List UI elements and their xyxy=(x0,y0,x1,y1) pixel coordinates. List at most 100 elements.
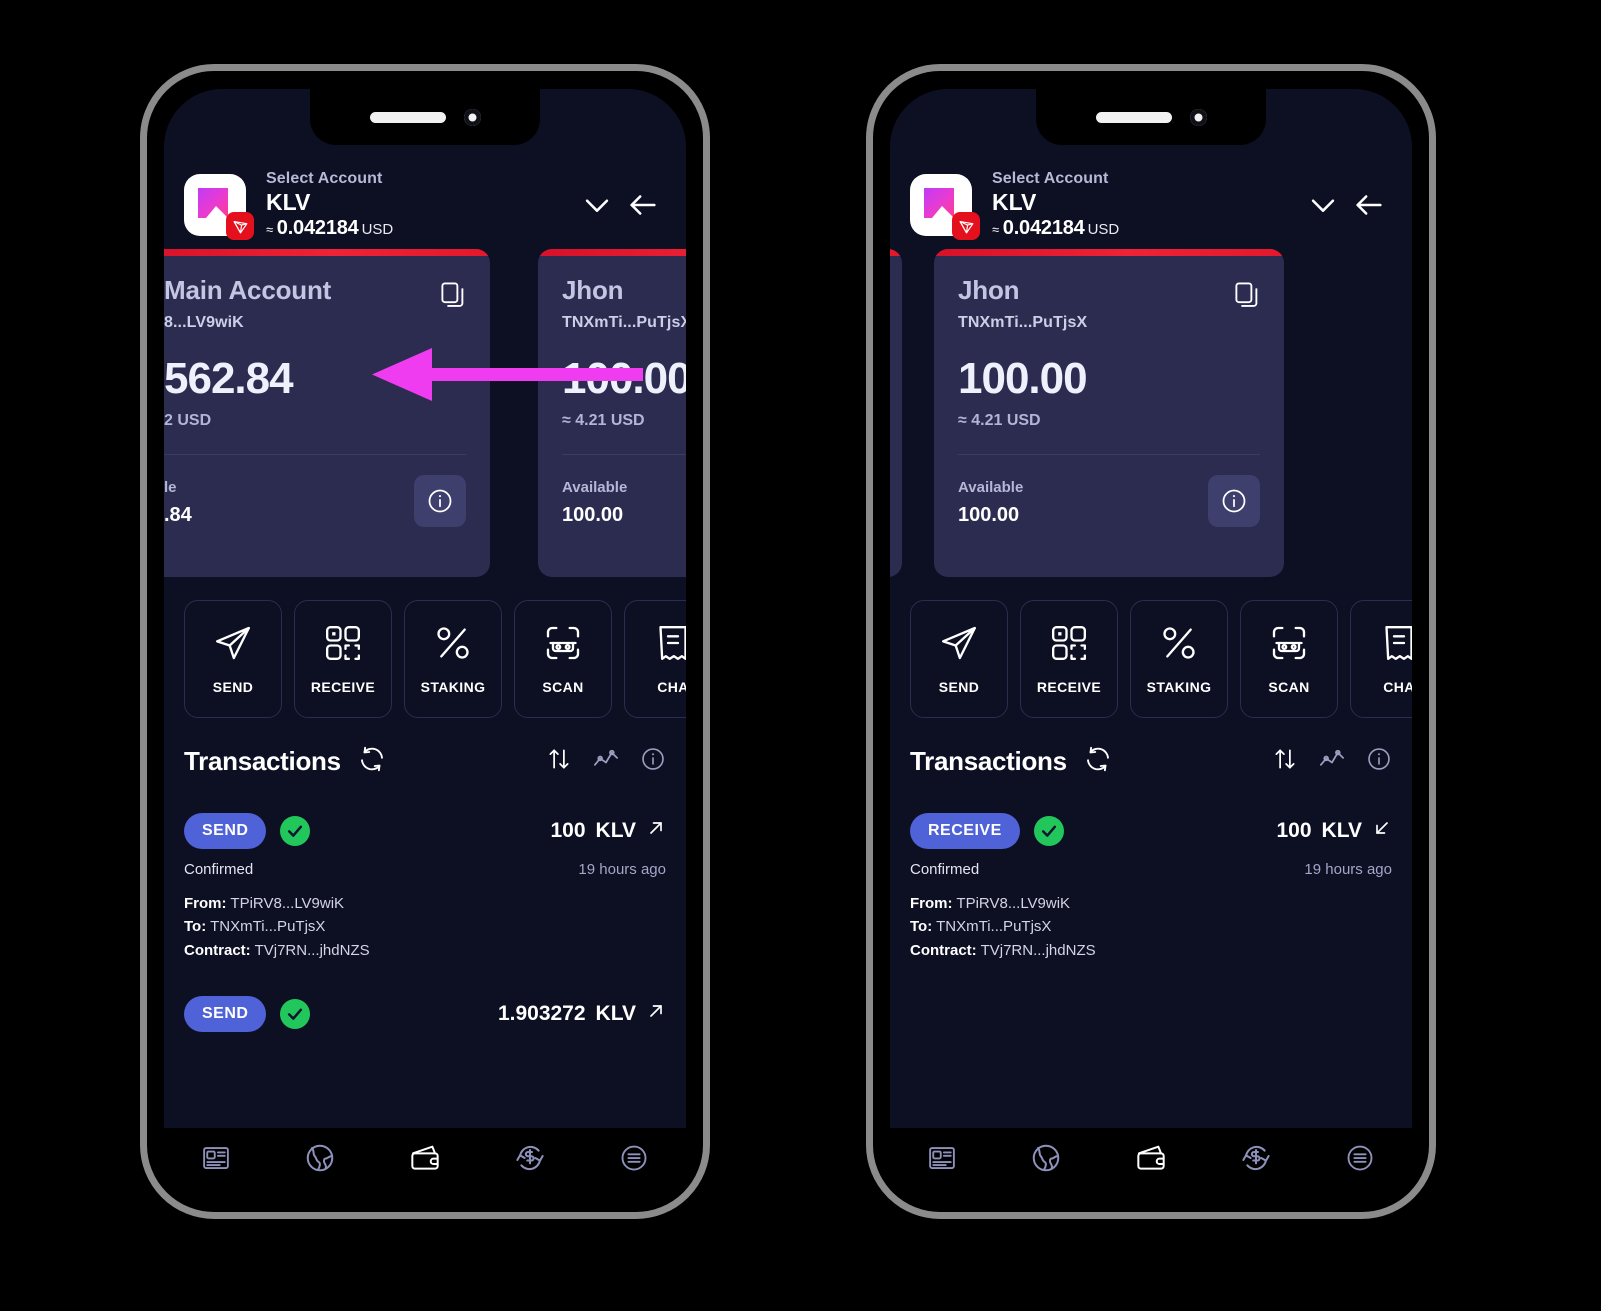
front-camera-icon xyxy=(1189,108,1207,126)
transactions-header: Transactions xyxy=(164,718,686,779)
transaction-meta: From: TPiRV8...LV9wiK To: TNXmTi...PuTjs… xyxy=(184,892,666,962)
tron-badge-icon xyxy=(226,212,254,240)
info-circle-icon[interactable] xyxy=(1366,746,1392,777)
available-row: Available 100.00 xyxy=(958,475,1260,527)
available-value: 100.00 xyxy=(958,504,1020,526)
action-send[interactable]: SEND xyxy=(910,600,1008,718)
nav-swap-icon[interactable] xyxy=(1240,1142,1272,1179)
klv-logo-icon xyxy=(184,174,254,240)
transaction-meta: From: TPiRV8...LV9wiK To: TNXmTi...PuTjs… xyxy=(910,892,1392,962)
action-scan[interactable]: SCAN xyxy=(1240,600,1338,718)
nav-news-icon[interactable] xyxy=(927,1143,957,1178)
card-divider xyxy=(562,454,686,455)
action-label: RECEIVE xyxy=(1036,679,1102,695)
action-label: SEND xyxy=(938,679,980,695)
chevron-down-icon[interactable] xyxy=(1300,182,1346,228)
phone-right-screen: Select Account KLV ≈ 0.042184 USD Jhon T… xyxy=(890,89,1412,1192)
nav-menu-icon[interactable] xyxy=(619,1143,649,1178)
phone-left-screen: Select Account KLV ≈ 0.042184 USD Main A… xyxy=(164,89,686,1192)
account-balance: 562.84 xyxy=(164,354,294,403)
action-charge[interactable]: CHA xyxy=(624,600,686,718)
approx-sign: ≈ xyxy=(992,222,1000,238)
transaction-amount: 100 xyxy=(550,819,586,842)
copy-icon[interactable] xyxy=(1232,279,1262,314)
to-value: TNXmTi...PuTjsX xyxy=(936,918,1052,936)
action-staking[interactable]: STAKING xyxy=(404,600,502,718)
available-label: le xyxy=(164,479,177,496)
transactions-header: Transactions xyxy=(890,718,1412,779)
select-account-label[interactable]: Select Account xyxy=(266,170,574,188)
chevron-down-icon[interactable] xyxy=(574,182,620,228)
transaction-asset: KLV xyxy=(595,819,636,842)
nav-news-icon[interactable] xyxy=(201,1143,231,1178)
sort-arrows-icon[interactable] xyxy=(1272,746,1298,777)
transaction-type-badge: SEND xyxy=(184,813,267,849)
account-card-main-peek[interactable]: Main Account xyxy=(890,249,902,577)
from-value: TPiRV8...LV9wiK xyxy=(230,895,345,912)
contract-label: Contract: xyxy=(184,941,251,959)
account-card-main[interactable]: Main Account 8...LV9wiK 562.84 2 USD le … xyxy=(164,249,490,577)
bottom-nav-left xyxy=(164,1128,686,1192)
transaction-tools xyxy=(1272,745,1392,778)
action-receive[interactable]: RECEIVE xyxy=(294,600,392,718)
refresh-icon[interactable] xyxy=(1083,744,1113,779)
sort-arrows-icon[interactable] xyxy=(546,746,572,777)
back-arrow-icon[interactable] xyxy=(620,182,666,228)
accounts-carousel[interactable]: Main Account Jhon TNXmTi...PuTjsX 100.00… xyxy=(890,249,1412,584)
available-row: le .84 xyxy=(164,475,466,527)
action-label: SCAN xyxy=(542,679,584,695)
select-account-label[interactable]: Select Account xyxy=(992,170,1300,188)
to-value: TNXmTi...PuTjsX xyxy=(210,918,326,936)
nav-menu-icon[interactable] xyxy=(1345,1143,1375,1178)
nav-swap-icon[interactable] xyxy=(514,1142,546,1179)
line-chart-icon[interactable] xyxy=(1318,745,1346,778)
action-staking[interactable]: STAKING xyxy=(1130,600,1228,718)
action-receive[interactable]: RECEIVE xyxy=(1020,600,1118,718)
account-card-jhon[interactable]: Jhon TNXmTi...PuTjsX 100.00 ≈ 4.21 USD A… xyxy=(538,249,686,577)
speaker-grille xyxy=(1095,111,1172,123)
nav-globe-icon[interactable] xyxy=(304,1142,336,1179)
action-scan[interactable]: SCAN xyxy=(514,600,612,718)
quick-actions: SEND RECEIVE STAKING SCAN CHA xyxy=(890,584,1412,718)
app-right: Select Account KLV ≈ 0.042184 USD Jhon T… xyxy=(890,89,1412,1128)
klv-logo-icon xyxy=(910,174,980,240)
info-icon[interactable] xyxy=(414,475,466,527)
contract-label: Contract: xyxy=(910,941,977,959)
account-name: Jhon xyxy=(958,275,1020,305)
app-header: Select Account KLV ≈ 0.042184 USD xyxy=(890,149,1412,241)
info-circle-icon[interactable] xyxy=(640,746,666,777)
screenshot-canvas: Select Account KLV ≈ 0.042184 USD Main A… xyxy=(0,0,1601,1311)
action-charge[interactable]: CHA xyxy=(1350,600,1412,718)
account-card-jhon[interactable]: Jhon TNXmTi...PuTjsX 100.00 ≈ 4.21 USD A… xyxy=(934,249,1284,577)
price-currency: USD xyxy=(361,221,394,239)
transaction-time: 19 hours ago xyxy=(578,861,666,878)
transaction-row[interactable]: SEND 1.903272 KLV xyxy=(184,962,666,1032)
transaction-row[interactable]: RECEIVE 100 KLV Confirmed 19 hours ago F… xyxy=(910,779,1392,962)
nav-globe-icon[interactable] xyxy=(1030,1142,1062,1179)
quick-actions: SEND RECEIVE STAKING SCAN CHA xyxy=(164,584,686,718)
available-label: Available xyxy=(958,479,1024,496)
app-left: Select Account KLV ≈ 0.042184 USD Main A… xyxy=(164,89,686,1128)
tron-badge-icon xyxy=(952,212,980,240)
speaker-grille xyxy=(369,111,446,123)
transaction-row[interactable]: SEND 100 KLV Confirmed 19 hours ago From… xyxy=(184,779,666,962)
copy-icon[interactable] xyxy=(438,279,468,314)
info-icon[interactable] xyxy=(1208,475,1260,527)
from-label: From: xyxy=(910,895,953,912)
back-arrow-icon[interactable] xyxy=(1346,182,1392,228)
transactions-title: Transactions xyxy=(184,746,341,776)
line-chart-icon[interactable] xyxy=(592,745,620,778)
asset-price: ≈ 0.042184 USD xyxy=(266,218,574,239)
action-send[interactable]: SEND xyxy=(184,600,282,718)
phone-left: Select Account KLV ≈ 0.042184 USD Main A… xyxy=(140,64,710,1219)
accounts-carousel[interactable]: Main Account 8...LV9wiK 562.84 2 USD le … xyxy=(164,249,686,584)
action-label: CHA xyxy=(657,679,686,695)
nav-wallet-icon[interactable] xyxy=(1135,1142,1167,1179)
nav-wallet-icon[interactable] xyxy=(409,1142,441,1179)
price-value: 0.042184 xyxy=(276,217,359,240)
transaction-type-badge: RECEIVE xyxy=(910,813,1020,849)
arrow-up-right-icon xyxy=(646,818,666,844)
refresh-icon[interactable] xyxy=(357,744,387,779)
asset-price: ≈ 0.042184 USD xyxy=(992,218,1300,239)
arrow-up-right-icon xyxy=(646,1001,666,1027)
